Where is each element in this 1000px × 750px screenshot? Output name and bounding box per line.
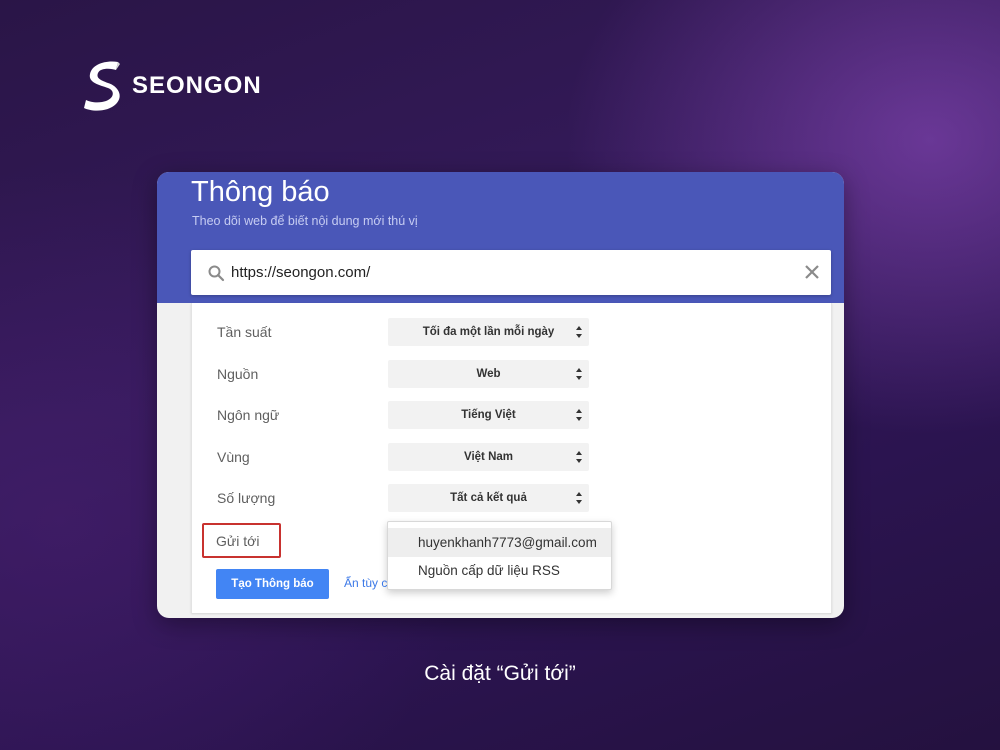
language-value: Tiếng Việt bbox=[461, 409, 516, 421]
frequency-label: Tần suất bbox=[217, 324, 272, 340]
search-box[interactable] bbox=[191, 250, 831, 295]
select-arrows-icon bbox=[576, 368, 582, 380]
create-alert-button[interactable]: Tạo Thông báo bbox=[216, 569, 329, 599]
page-subtitle: Theo dõi web để biết nội dung mới thú vị bbox=[192, 214, 418, 228]
send-to-option-rss[interactable]: Nguồn cấp dữ liệu RSS bbox=[388, 556, 611, 585]
brand-logo: SEONGON bbox=[80, 58, 262, 114]
quantity-select[interactable]: Tất cả kết quả bbox=[388, 484, 589, 512]
search-icon bbox=[208, 265, 225, 281]
send-to-option-email[interactable]: huyenkhanh7773@gmail.com bbox=[388, 528, 611, 557]
hide-options-link[interactable]: Ẩn tùy c bbox=[344, 576, 387, 590]
send-to-dropdown[interactable]: huyenkhanh7773@gmail.com Nguồn cấp dữ li… bbox=[387, 521, 612, 590]
caption: Cài đặt “Gửi tới” bbox=[424, 662, 576, 685]
quantity-label: Số lượng bbox=[217, 490, 276, 506]
select-arrows-icon bbox=[576, 326, 582, 338]
quantity-value: Tất cả kết quả bbox=[450, 492, 527, 504]
source-label: Nguồn bbox=[217, 366, 259, 382]
frequency-select[interactable]: Tối đa một lần mỗi ngày bbox=[388, 318, 589, 346]
search-input[interactable] bbox=[231, 264, 791, 281]
select-arrows-icon bbox=[576, 409, 582, 421]
select-arrows-icon bbox=[576, 492, 582, 504]
region-select[interactable]: Việt Nam bbox=[388, 443, 589, 471]
brand-name: SEONGON bbox=[132, 72, 262, 99]
source-select[interactable]: Web bbox=[388, 360, 589, 388]
language-label: Ngôn ngữ bbox=[217, 407, 280, 423]
source-value: Web bbox=[476, 368, 501, 380]
page-title: Thông báo bbox=[191, 176, 330, 208]
panel-header: Thông báo Theo dõi web để biết nội dung … bbox=[157, 172, 844, 303]
frequency-value: Tối đa một lần mỗi ngày bbox=[422, 326, 555, 338]
language-select[interactable]: Tiếng Việt bbox=[388, 401, 589, 429]
region-label: Vùng bbox=[217, 449, 250, 465]
seongon-logo-icon bbox=[84, 61, 120, 111]
select-arrows-icon bbox=[576, 451, 582, 463]
region-value: Việt Nam bbox=[463, 451, 513, 463]
send-to-label: Gửi tới bbox=[216, 533, 260, 549]
close-icon[interactable] bbox=[803, 263, 821, 281]
